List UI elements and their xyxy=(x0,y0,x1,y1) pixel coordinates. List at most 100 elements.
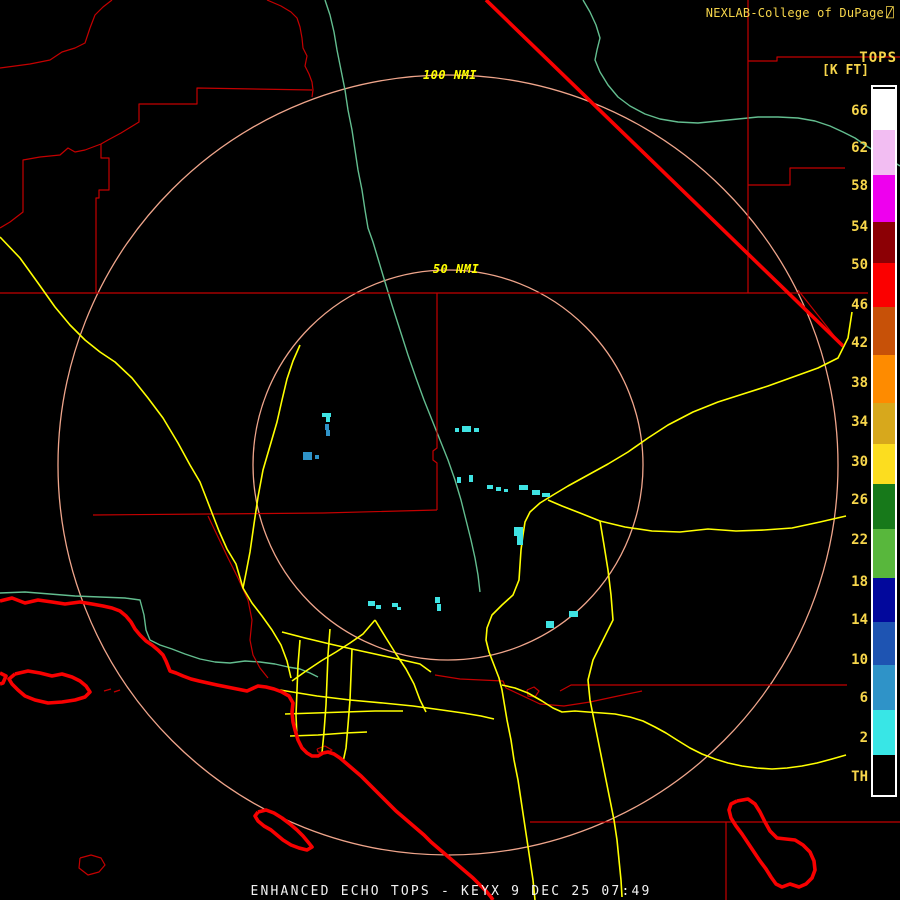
state-boundary-line xyxy=(255,810,312,850)
scale-color-block xyxy=(873,578,895,622)
echo-top-cell xyxy=(504,489,508,492)
echo-top-cell xyxy=(315,455,319,459)
echo-top-cell xyxy=(368,601,375,606)
scale-tick-label: 66 xyxy=(851,103,868,119)
echo-top-cell xyxy=(517,536,523,545)
scale-tick-label: 26 xyxy=(851,492,868,508)
scale-tick-label: 38 xyxy=(851,375,868,391)
scale-tick-label: 58 xyxy=(851,178,868,194)
road-line xyxy=(0,237,291,678)
scale-color-block xyxy=(873,130,895,175)
scale-color-block xyxy=(873,665,895,710)
river-line xyxy=(325,0,480,592)
echo-top-cell xyxy=(462,426,471,432)
county-boundary-line xyxy=(0,0,112,68)
scale-color-block xyxy=(873,89,895,130)
road-line xyxy=(285,711,403,714)
scale-color-block xyxy=(873,484,895,529)
scale-tick-label: 14 xyxy=(851,612,868,628)
scale-tick-label: 50 xyxy=(851,257,868,273)
echo-top-cell xyxy=(455,428,459,432)
range-ring-label-50nmi: 50 NMI xyxy=(433,262,479,276)
scale-tick-label: 34 xyxy=(851,414,868,430)
echo-top-cell xyxy=(437,604,441,611)
scale-color-block xyxy=(873,529,895,578)
scale-color-block xyxy=(873,175,895,222)
state-boundary-line xyxy=(729,799,815,887)
county-boundary-line xyxy=(433,293,437,510)
county-boundary-line xyxy=(267,0,313,97)
road-line xyxy=(290,732,367,736)
county-boundary-line xyxy=(96,144,109,293)
product-title: ENHANCED ECHO TOPS - KEYX 9 DEC 25 07:49 xyxy=(250,884,651,899)
range-ring-50nmi xyxy=(253,270,643,660)
scale-tick-label: 46 xyxy=(851,297,868,313)
county-boundary-line xyxy=(93,510,437,515)
scale-color-block xyxy=(873,755,895,795)
road-line xyxy=(486,312,852,900)
road-line xyxy=(296,640,300,738)
county-boundary-line xyxy=(79,855,105,875)
scale-color-block xyxy=(873,710,895,755)
scale-color-block xyxy=(873,622,895,665)
echo-top-cell xyxy=(542,493,550,497)
brand-header: NEXLAB-College of DuPage⍁ xyxy=(706,6,894,21)
scale-color-block xyxy=(873,263,895,307)
scale-tick-label: 10 xyxy=(851,652,868,668)
scale-color-block xyxy=(873,307,895,355)
echo-top-cell xyxy=(392,603,398,607)
brand-text: NEXLAB-College of DuPage xyxy=(706,6,884,20)
scale-tick-label: 2 xyxy=(860,730,868,746)
scale-tick-label: 42 xyxy=(851,335,868,351)
road-line xyxy=(502,685,846,769)
scale-tick-label: 30 xyxy=(851,454,868,470)
echo-top-cell xyxy=(303,452,312,460)
echo-top-cell xyxy=(435,597,440,603)
echo-top-cell xyxy=(376,605,381,609)
range-ring-100nmi xyxy=(58,75,838,855)
road-line xyxy=(280,690,494,719)
county-boundary-line xyxy=(0,144,101,228)
scale-unit: [K FT] xyxy=(822,63,869,78)
scale-color-block xyxy=(873,222,895,263)
county-boundary-line xyxy=(104,689,111,691)
echo-top-cell xyxy=(496,487,501,491)
echo-top-cell xyxy=(519,485,528,490)
road-line xyxy=(548,500,846,532)
county-boundary-line xyxy=(208,516,268,678)
river-line xyxy=(0,592,318,677)
echo-top-cell xyxy=(322,413,331,417)
echo-top-cell xyxy=(469,475,473,482)
scale-tick-label: 62 xyxy=(851,140,868,156)
range-ring-label-100nmi: 100 NMI xyxy=(423,68,477,82)
county-boundary-line xyxy=(560,685,847,691)
radar-display: NEXLAB-College of DuPage⍁ TOPS [K FT] 10… xyxy=(0,0,900,900)
color-scale-bar xyxy=(871,85,897,797)
echo-top-cell xyxy=(514,527,523,536)
state-boundary-line xyxy=(0,673,6,684)
scale-color-block xyxy=(873,403,895,444)
echo-top-cell xyxy=(326,417,330,422)
scale-tick-label: 18 xyxy=(851,574,868,590)
brand-logo-icon: ⍁ xyxy=(886,6,894,21)
radar-map xyxy=(0,0,900,900)
county-boundary-line xyxy=(114,690,120,692)
road-line xyxy=(343,649,352,762)
echo-top-cell xyxy=(546,621,554,628)
road-line xyxy=(588,521,622,897)
echo-top-cell xyxy=(326,430,330,436)
echo-top-cell xyxy=(487,485,493,489)
county-boundary-line xyxy=(101,88,312,144)
county-boundary-line xyxy=(748,168,845,185)
scale-color-block xyxy=(873,355,895,403)
echo-top-cell xyxy=(532,490,540,495)
state-boundary-line xyxy=(9,671,90,703)
echo-top-cell xyxy=(569,611,578,617)
state-boundary-line xyxy=(0,598,493,900)
road-line xyxy=(375,620,426,712)
scale-tick-label: 22 xyxy=(851,532,868,548)
echo-top-cell xyxy=(397,607,401,610)
echo-top-cell xyxy=(325,424,329,430)
scale-tick-label: 54 xyxy=(851,219,868,235)
echo-top-cell xyxy=(457,477,461,483)
